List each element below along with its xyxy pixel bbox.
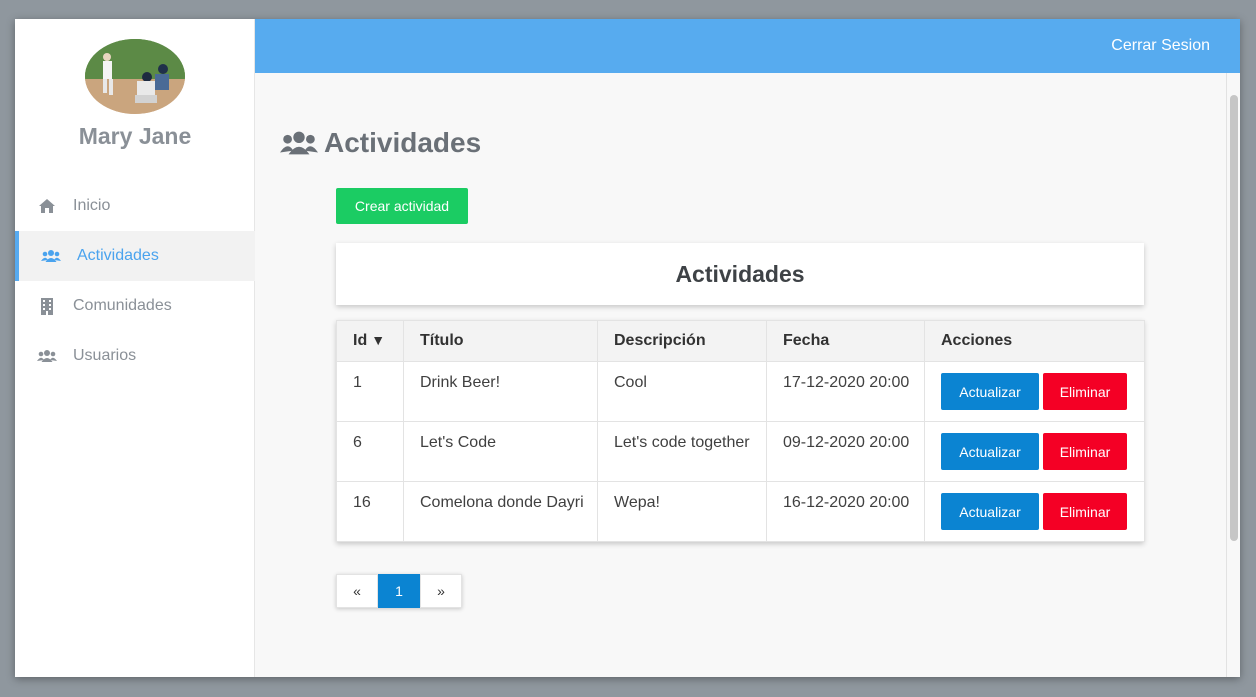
- update-button[interactable]: Actualizar: [941, 433, 1039, 470]
- cell-acciones: Actualizar Eliminar: [924, 361, 1145, 422]
- sort-down-icon: ▼: [371, 332, 386, 348]
- column-header-titulo: Título: [403, 320, 598, 362]
- delete-button[interactable]: Eliminar: [1043, 433, 1127, 470]
- cell-id: 6: [336, 421, 404, 482]
- table-row: 1 Drink Beer! Cool 17-12-2020 20:00 Actu…: [336, 361, 1145, 422]
- sidebar-item-label: Actividades: [77, 247, 159, 264]
- user-name: Mary Jane: [78, 123, 192, 149]
- column-header-fecha: Fecha: [766, 320, 925, 362]
- delete-button[interactable]: Eliminar: [1043, 493, 1127, 530]
- update-button[interactable]: Actualizar: [941, 493, 1039, 530]
- sidebar-item-inicio[interactable]: Inicio: [15, 181, 255, 231]
- page-title-text: Actividades: [324, 127, 482, 158]
- sidebar-nav: Inicio Actividades Comunidades Usuarios: [15, 181, 255, 381]
- sidebar-item-actividades[interactable]: Actividades: [15, 231, 255, 281]
- avatar: [85, 39, 185, 114]
- users-icon: [280, 129, 318, 157]
- cell-id: 16: [336, 481, 404, 542]
- sidebar: Mary Jane Inicio Actividades Comunidades…: [15, 19, 255, 677]
- table-row: 6 Let's Code Let's code together 09-12-2…: [336, 421, 1145, 482]
- cell-acciones: Actualizar Eliminar: [924, 421, 1145, 482]
- update-button[interactable]: Actualizar: [941, 373, 1039, 410]
- building-icon: [37, 297, 57, 315]
- cell-fecha: 09-12-2020 20:00: [766, 421, 925, 482]
- app-window: Mary Jane Inicio Actividades Comunidades…: [15, 19, 1240, 677]
- cell-acciones: Actualizar Eliminar: [924, 481, 1145, 542]
- sidebar-item-label: Inicio: [73, 197, 111, 214]
- cell-descripcion: Let's code together: [597, 421, 767, 482]
- cell-id: 1: [336, 361, 404, 422]
- create-activity-button[interactable]: Crear actividad: [336, 188, 468, 224]
- main-content: Actividades Crear actividad Actividades …: [255, 73, 1240, 677]
- activities-table: Id ▼ Título Descripción Fecha Acciones 1 …: [336, 320, 1145, 542]
- next-page-button[interactable]: »: [420, 574, 462, 608]
- page-title: Actividades: [280, 127, 481, 159]
- sidebar-item-label: Usuarios: [73, 347, 137, 364]
- cell-titulo: Let's Code: [403, 421, 598, 482]
- table-card-title: Actividades: [336, 243, 1144, 305]
- delete-button[interactable]: Eliminar: [1043, 373, 1127, 410]
- users-icon: [37, 347, 57, 365]
- scrollbar[interactable]: [1226, 73, 1240, 677]
- prev-page-button[interactable]: «: [336, 574, 378, 608]
- column-header-id[interactable]: Id ▼: [336, 320, 404, 362]
- sidebar-item-label: Comunidades: [73, 297, 172, 314]
- top-bar: Cerrar Sesion: [255, 19, 1240, 73]
- cell-fecha: 16-12-2020 20:00: [766, 481, 925, 542]
- pagination: « 1 »: [336, 574, 462, 608]
- sidebar-item-usuarios[interactable]: Usuarios: [15, 331, 255, 381]
- cell-descripcion: Cool: [597, 361, 767, 422]
- page-1-button[interactable]: 1: [378, 574, 420, 608]
- sidebar-item-comunidades[interactable]: Comunidades: [15, 281, 255, 331]
- column-header-acciones: Acciones: [924, 320, 1145, 362]
- logout-link[interactable]: Cerrar Sesion: [1111, 37, 1210, 55]
- table-row: 16 Comelona donde Dayri Wepa! 16-12-2020…: [336, 481, 1145, 542]
- scrollbar-thumb[interactable]: [1230, 95, 1238, 541]
- home-icon: [37, 197, 57, 215]
- table-header-row: Id ▼ Título Descripción Fecha Acciones: [336, 320, 1145, 362]
- cell-titulo: Comelona donde Dayri: [403, 481, 598, 542]
- cell-fecha: 17-12-2020 20:00: [766, 361, 925, 422]
- cell-descripcion: Wepa!: [597, 481, 767, 542]
- users-icon: [41, 247, 61, 265]
- cell-titulo: Drink Beer!: [403, 361, 598, 422]
- column-header-descripcion: Descripción: [597, 320, 767, 362]
